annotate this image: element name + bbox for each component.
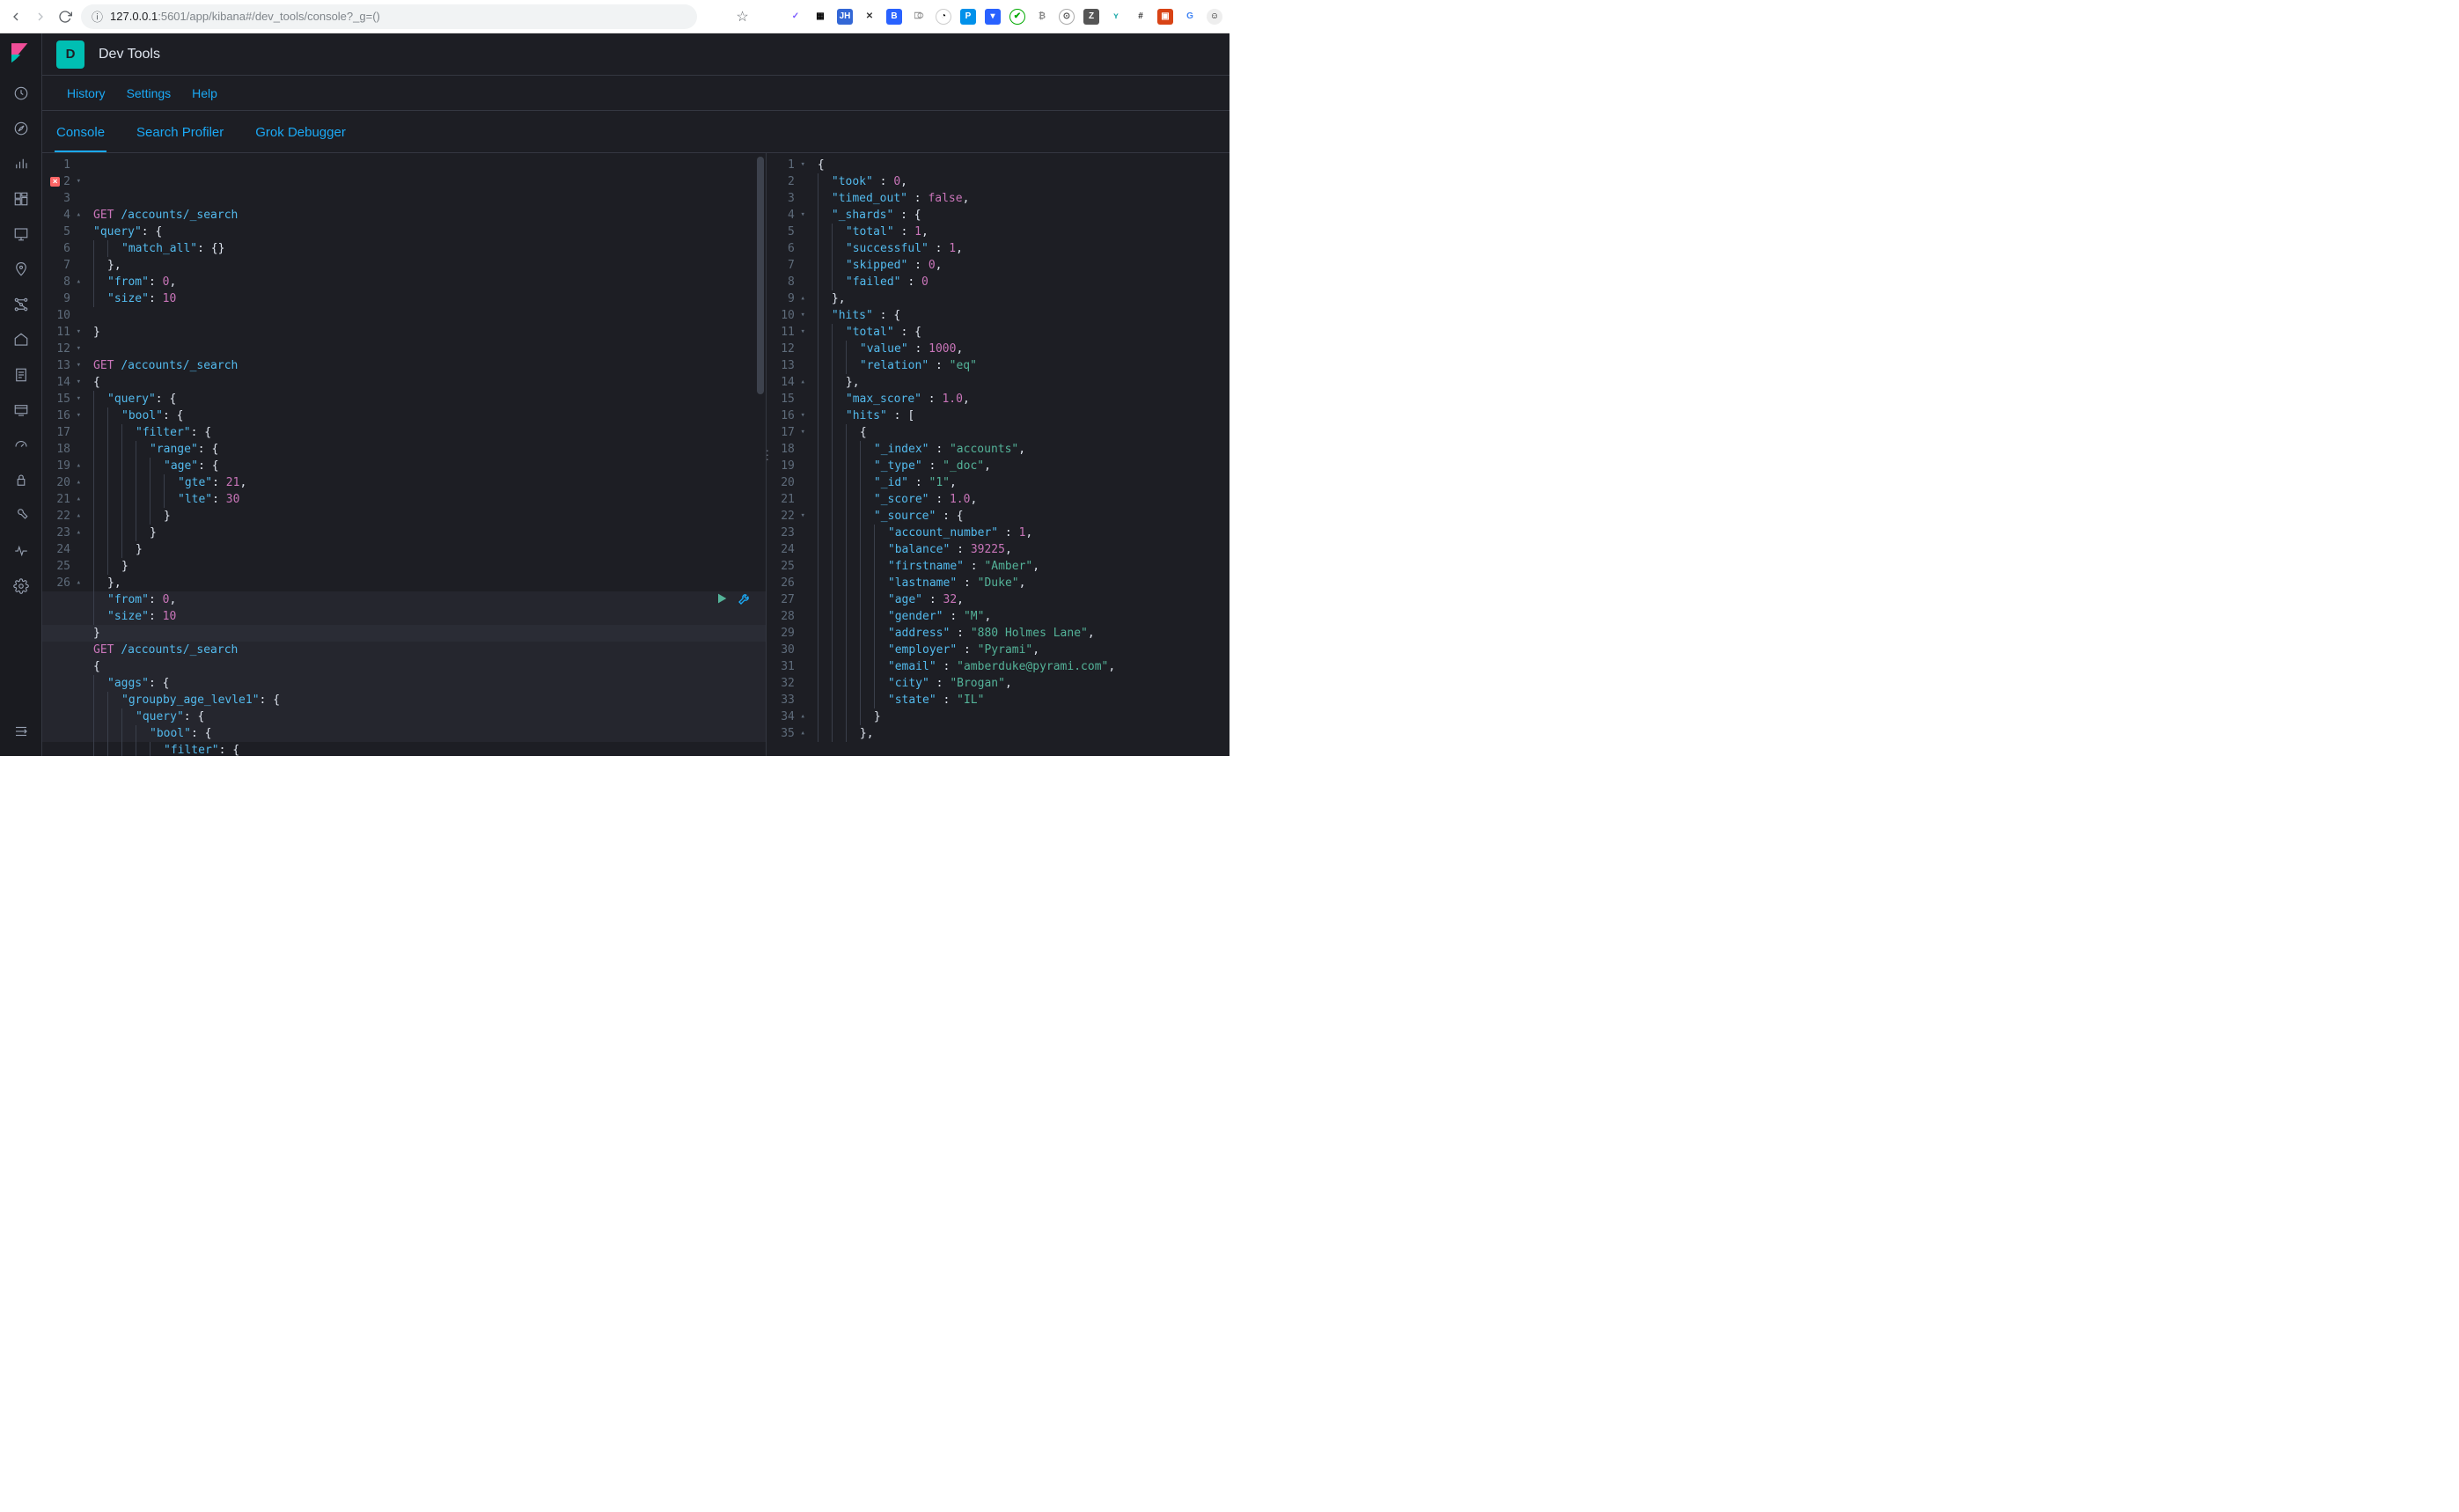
request-options-icon[interactable]: [738, 591, 752, 611]
response-panel: 1▾234▾56789▴10▾11▾121314▴1516▾17▾1819202…: [767, 153, 1230, 756]
ext-icon[interactable]: Z: [1083, 9, 1099, 25]
ext-icon[interactable]: P: [960, 9, 976, 25]
forward-button[interactable]: [32, 8, 49, 26]
extension-icons: ✓ ▦ JH ✕ B ⎄ ◔ P ▾ ✔ ₿ ⊙ Z ʏ # ▣ G ☺: [788, 9, 1222, 25]
nav-recently-viewed-icon[interactable]: [0, 76, 42, 111]
nav-maps-icon[interactable]: [0, 252, 42, 287]
nav-dashboard-icon[interactable]: [0, 181, 42, 217]
ext-icon[interactable]: JH: [837, 9, 853, 25]
nav-monitoring-icon[interactable]: [0, 533, 42, 569]
url-path: /app/kibana#/dev_tools/console?_g=(): [187, 10, 380, 23]
subtab-help[interactable]: Help: [192, 86, 217, 100]
nav-discover-icon[interactable]: [0, 111, 42, 146]
ext-icon[interactable]: ✓: [788, 9, 804, 25]
kibana-logo-icon[interactable]: [0, 33, 42, 76]
ext-icon[interactable]: B: [886, 9, 902, 25]
request-panel[interactable]: 12▾34▴5678▴91011▾12▾13▾14▾15▾16▾171819▴2…: [42, 153, 767, 756]
ext-icon[interactable]: ⎄: [911, 9, 927, 25]
ext-icon[interactable]: ▾: [985, 9, 1001, 25]
send-request-icon[interactable]: [715, 591, 729, 611]
nav-canvas-icon[interactable]: [0, 217, 42, 252]
ext-icon[interactable]: ▦: [812, 9, 828, 25]
app-title: Dev Tools: [99, 47, 160, 62]
profile-avatar-icon[interactable]: ☺: [1207, 9, 1222, 25]
tab-search-profiler[interactable]: Search Profiler: [135, 114, 225, 152]
subtab-settings[interactable]: Settings: [127, 86, 172, 100]
ext-icon[interactable]: ʏ: [1108, 9, 1124, 25]
ext-icon[interactable]: ✕: [862, 9, 877, 25]
ext-icon[interactable]: ◔: [936, 9, 951, 25]
tab-console[interactable]: Console: [55, 114, 106, 152]
ext-icon[interactable]: ₿: [1034, 9, 1050, 25]
ext-icon[interactable]: ⊙: [1059, 9, 1075, 25]
tool-tabs: Console Search Profiler Grok Debugger: [42, 111, 1230, 153]
browser-toolbar: ⓘ 127.0.0.1:5601/app/kibana#/dev_tools/c…: [0, 0, 1230, 33]
nav-siem-icon[interactable]: [0, 463, 42, 498]
side-nav: [0, 33, 42, 756]
response-gutter: 1▾234▾56789▴10▾11▾121314▴1516▾17▾1819202…: [767, 153, 811, 756]
nav-collapse-icon[interactable]: [0, 714, 42, 749]
address-bar[interactable]: ⓘ 127.0.0.1:5601/app/kibana#/dev_tools/c…: [81, 4, 697, 29]
ext-icon[interactable]: ✔: [1009, 9, 1025, 25]
nav-apm-icon[interactable]: [0, 393, 42, 428]
sub-tabs: History Settings Help: [42, 76, 1230, 111]
nav-ml-icon[interactable]: [0, 287, 42, 322]
url-host: 127.0.0.1: [110, 10, 158, 23]
response-viewer[interactable]: {"took" : 0,"timed_out" : false,"_shards…: [811, 153, 1230, 756]
tab-grok-debugger[interactable]: Grok Debugger: [253, 114, 348, 152]
back-button[interactable]: [7, 8, 25, 26]
site-info-icon[interactable]: ⓘ: [92, 8, 103, 25]
console-area: 12▾34▴5678▴91011▾12▾13▾14▾15▾16▾171819▴2…: [42, 153, 1230, 756]
ext-icon[interactable]: G: [1182, 9, 1198, 25]
nav-visualize-icon[interactable]: [0, 146, 42, 181]
nav-logs-icon[interactable]: [0, 357, 42, 393]
reload-button[interactable]: [56, 8, 74, 26]
bookmark-star-icon[interactable]: ☆: [736, 8, 748, 26]
ext-icon[interactable]: #: [1133, 9, 1149, 25]
ext-icon[interactable]: ▣: [1157, 9, 1173, 25]
nav-management-icon[interactable]: [0, 569, 42, 604]
subtab-history[interactable]: History: [67, 86, 106, 100]
app-header: D Dev Tools: [42, 33, 1230, 76]
nav-uptime-icon[interactable]: [0, 428, 42, 463]
panel-splitter[interactable]: ⋮: [761, 447, 772, 462]
url-port: :5601: [158, 10, 187, 23]
scrollbar-vertical[interactable]: [757, 157, 764, 394]
request-editor[interactable]: GET /accounts/_search"query": {"match_al…: [86, 153, 766, 756]
nav-dev-tools-icon[interactable]: [0, 498, 42, 533]
app-badge: D: [56, 40, 84, 69]
nav-infrastructure-icon[interactable]: [0, 322, 42, 357]
